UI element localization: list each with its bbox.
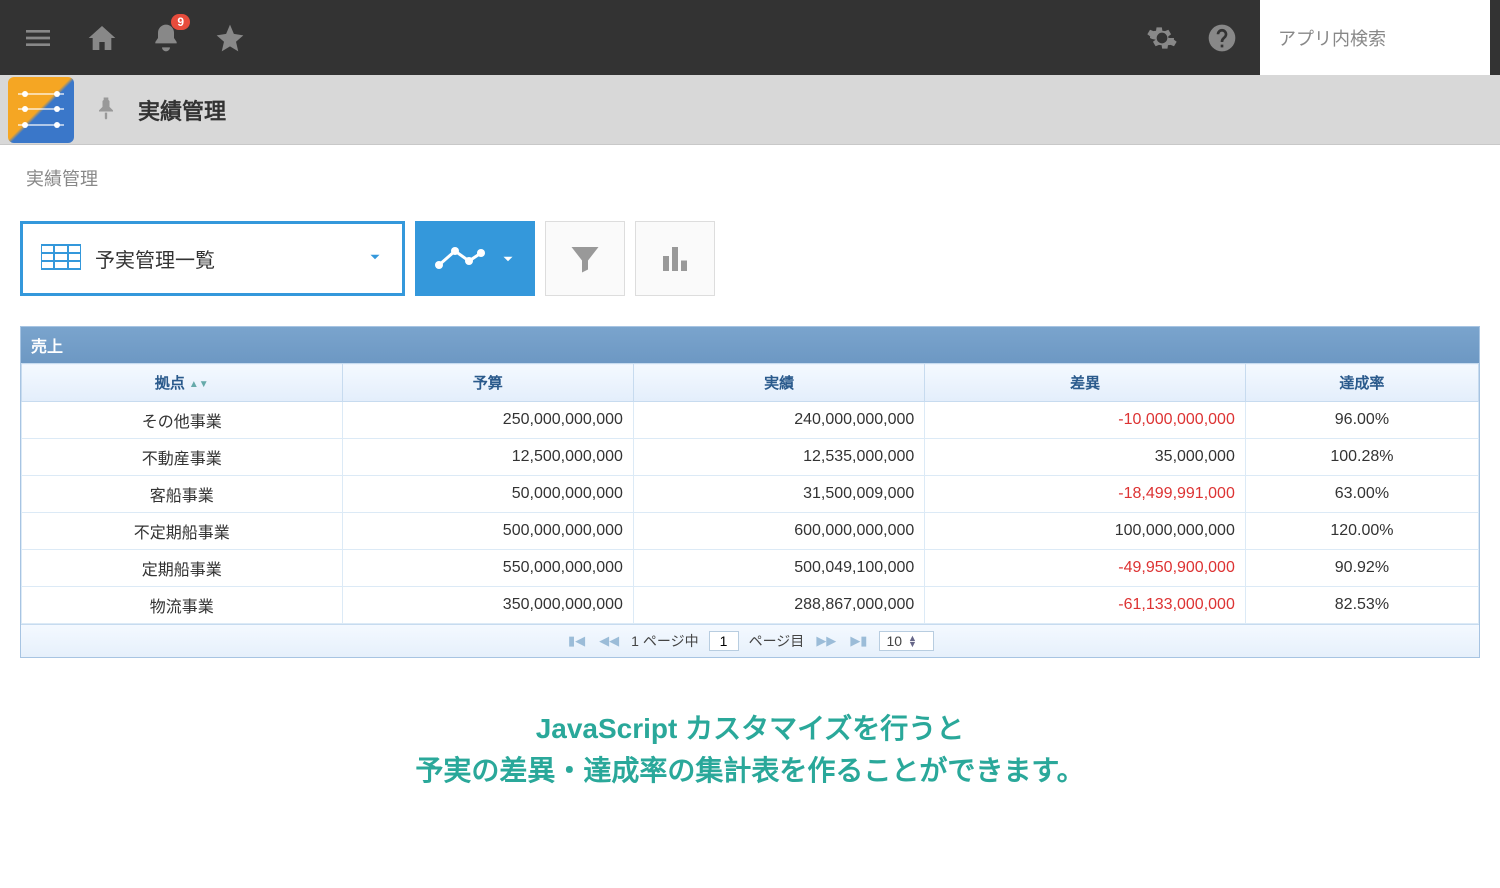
- search-placeholder: アプリ内検索: [1278, 25, 1386, 51]
- pager-suffix-text: ページ目: [749, 631, 805, 651]
- breadcrumb[interactable]: 実績管理: [20, 165, 1480, 191]
- cell-actual: 288,867,000,000: [633, 587, 924, 624]
- cell-location: 客船事業: [22, 476, 343, 513]
- cell-actual: 12,535,000,000: [633, 439, 924, 476]
- search-input[interactable]: アプリ内検索: [1260, 0, 1490, 75]
- col-header-budget[interactable]: 予算: [342, 364, 633, 402]
- bar-chart-button[interactable]: [635, 221, 715, 296]
- pin-icon[interactable]: [92, 94, 120, 125]
- sort-indicator-icon: ▲▼: [189, 379, 209, 390]
- home-icon[interactable]: [84, 20, 120, 56]
- table-row[interactable]: 定期船事業550,000,000,000500,049,100,000-49,9…: [22, 550, 1479, 587]
- pager-last-icon[interactable]: ▶▮: [848, 633, 869, 649]
- pager-pagesize-select[interactable]: 10 ▲▼: [879, 631, 934, 651]
- col-header-diff[interactable]: 差異: [925, 364, 1246, 402]
- cell-diff: 35,000,000: [925, 439, 1246, 476]
- cell-location: 不定期船事業: [22, 513, 343, 550]
- cell-rate: 100.28%: [1245, 439, 1478, 476]
- table-row[interactable]: 不定期船事業500,000,000,000600,000,000,000100,…: [22, 513, 1479, 550]
- menu-icon[interactable]: [20, 20, 56, 56]
- cell-diff: -61,133,000,000: [925, 587, 1246, 624]
- pager-page-input[interactable]: [709, 631, 739, 651]
- settings-icon[interactable]: [1144, 20, 1180, 56]
- chevron-down-icon: [499, 250, 517, 268]
- help-icon[interactable]: [1204, 20, 1240, 56]
- cell-diff: -10,000,000,000: [925, 402, 1246, 439]
- col-header-rate[interactable]: 達成率: [1245, 364, 1478, 402]
- col-header-actual[interactable]: 実績: [633, 364, 924, 402]
- filter-button[interactable]: [545, 221, 625, 296]
- cell-diff: 100,000,000,000: [925, 513, 1246, 550]
- select-arrows-icon: ▲▼: [908, 635, 917, 648]
- view-selector-label: 予実管理一覧: [95, 244, 366, 273]
- cell-location: 物流事業: [22, 587, 343, 624]
- cell-budget: 12,500,000,000: [342, 439, 633, 476]
- cell-location: 不動産事業: [22, 439, 343, 476]
- pager-next-icon[interactable]: ▶▶: [814, 633, 838, 649]
- global-topbar: 9 アプリ内検索: [0, 0, 1500, 75]
- app-title: 実績管理: [138, 94, 226, 126]
- table-header-row: 拠点▲▼ 予算 実績 差異 達成率: [22, 364, 1479, 402]
- cell-budget: 550,000,000,000: [342, 550, 633, 587]
- line-chart-icon: [433, 243, 485, 275]
- cell-actual: 500,049,100,000: [633, 550, 924, 587]
- table-row[interactable]: 客船事業50,000,000,00031,500,009,000-18,499,…: [22, 476, 1479, 513]
- cell-budget: 350,000,000,000: [342, 587, 633, 624]
- notification-badge: 9: [171, 14, 190, 30]
- cell-budget: 250,000,000,000: [342, 402, 633, 439]
- cell-rate: 82.53%: [1245, 587, 1478, 624]
- table-title: 売上: [21, 327, 1479, 363]
- pager: ▮◀ ◀◀ 1 ページ中 ページ目 ▶▶ ▶▮ 10 ▲▼: [21, 624, 1479, 657]
- view-toolbar: 予実管理一覧: [20, 221, 1480, 296]
- data-table: 売上 拠点▲▼ 予算 実績 差異 達成率 その他事業250,000,000,00…: [20, 326, 1480, 658]
- cell-location: その他事業: [22, 402, 343, 439]
- app-header: 実績管理: [0, 75, 1500, 145]
- pager-first-icon[interactable]: ▮◀: [566, 633, 587, 649]
- pager-total-text: 1 ページ中: [631, 631, 698, 651]
- cell-actual: 600,000,000,000: [633, 513, 924, 550]
- cell-rate: 120.00%: [1245, 513, 1478, 550]
- chart-view-button[interactable]: [415, 221, 535, 296]
- bar-chart-icon: [657, 241, 693, 277]
- table-row[interactable]: その他事業250,000,000,000240,000,000,000-10,0…: [22, 402, 1479, 439]
- notifications-icon[interactable]: 9: [148, 20, 184, 56]
- cell-rate: 63.00%: [1245, 476, 1478, 513]
- cell-budget: 50,000,000,000: [342, 476, 633, 513]
- cell-rate: 90.92%: [1245, 550, 1478, 587]
- cell-actual: 31,500,009,000: [633, 476, 924, 513]
- cell-diff: -49,950,900,000: [925, 550, 1246, 587]
- cell-budget: 500,000,000,000: [342, 513, 633, 550]
- view-selector-dropdown[interactable]: 予実管理一覧: [20, 221, 405, 296]
- chevron-down-icon: [366, 248, 384, 269]
- funnel-icon: [567, 241, 603, 277]
- app-icon: [8, 77, 74, 143]
- pager-prev-icon[interactable]: ◀◀: [597, 633, 621, 649]
- cell-location: 定期船事業: [22, 550, 343, 587]
- favorites-icon[interactable]: [212, 20, 248, 56]
- cell-diff: -18,499,991,000: [925, 476, 1246, 513]
- cell-rate: 96.00%: [1245, 402, 1478, 439]
- table-row[interactable]: 不動産事業12,500,000,00012,535,000,00035,000,…: [22, 439, 1479, 476]
- col-header-location[interactable]: 拠点▲▼: [22, 364, 343, 402]
- cell-actual: 240,000,000,000: [633, 402, 924, 439]
- table-row[interactable]: 物流事業350,000,000,000288,867,000,000-61,13…: [22, 587, 1479, 624]
- table-view-icon: [41, 243, 81, 274]
- caption-text: JavaScript カスタマイズを行うと 予実の差異・達成率の集計表を作ること…: [20, 708, 1480, 792]
